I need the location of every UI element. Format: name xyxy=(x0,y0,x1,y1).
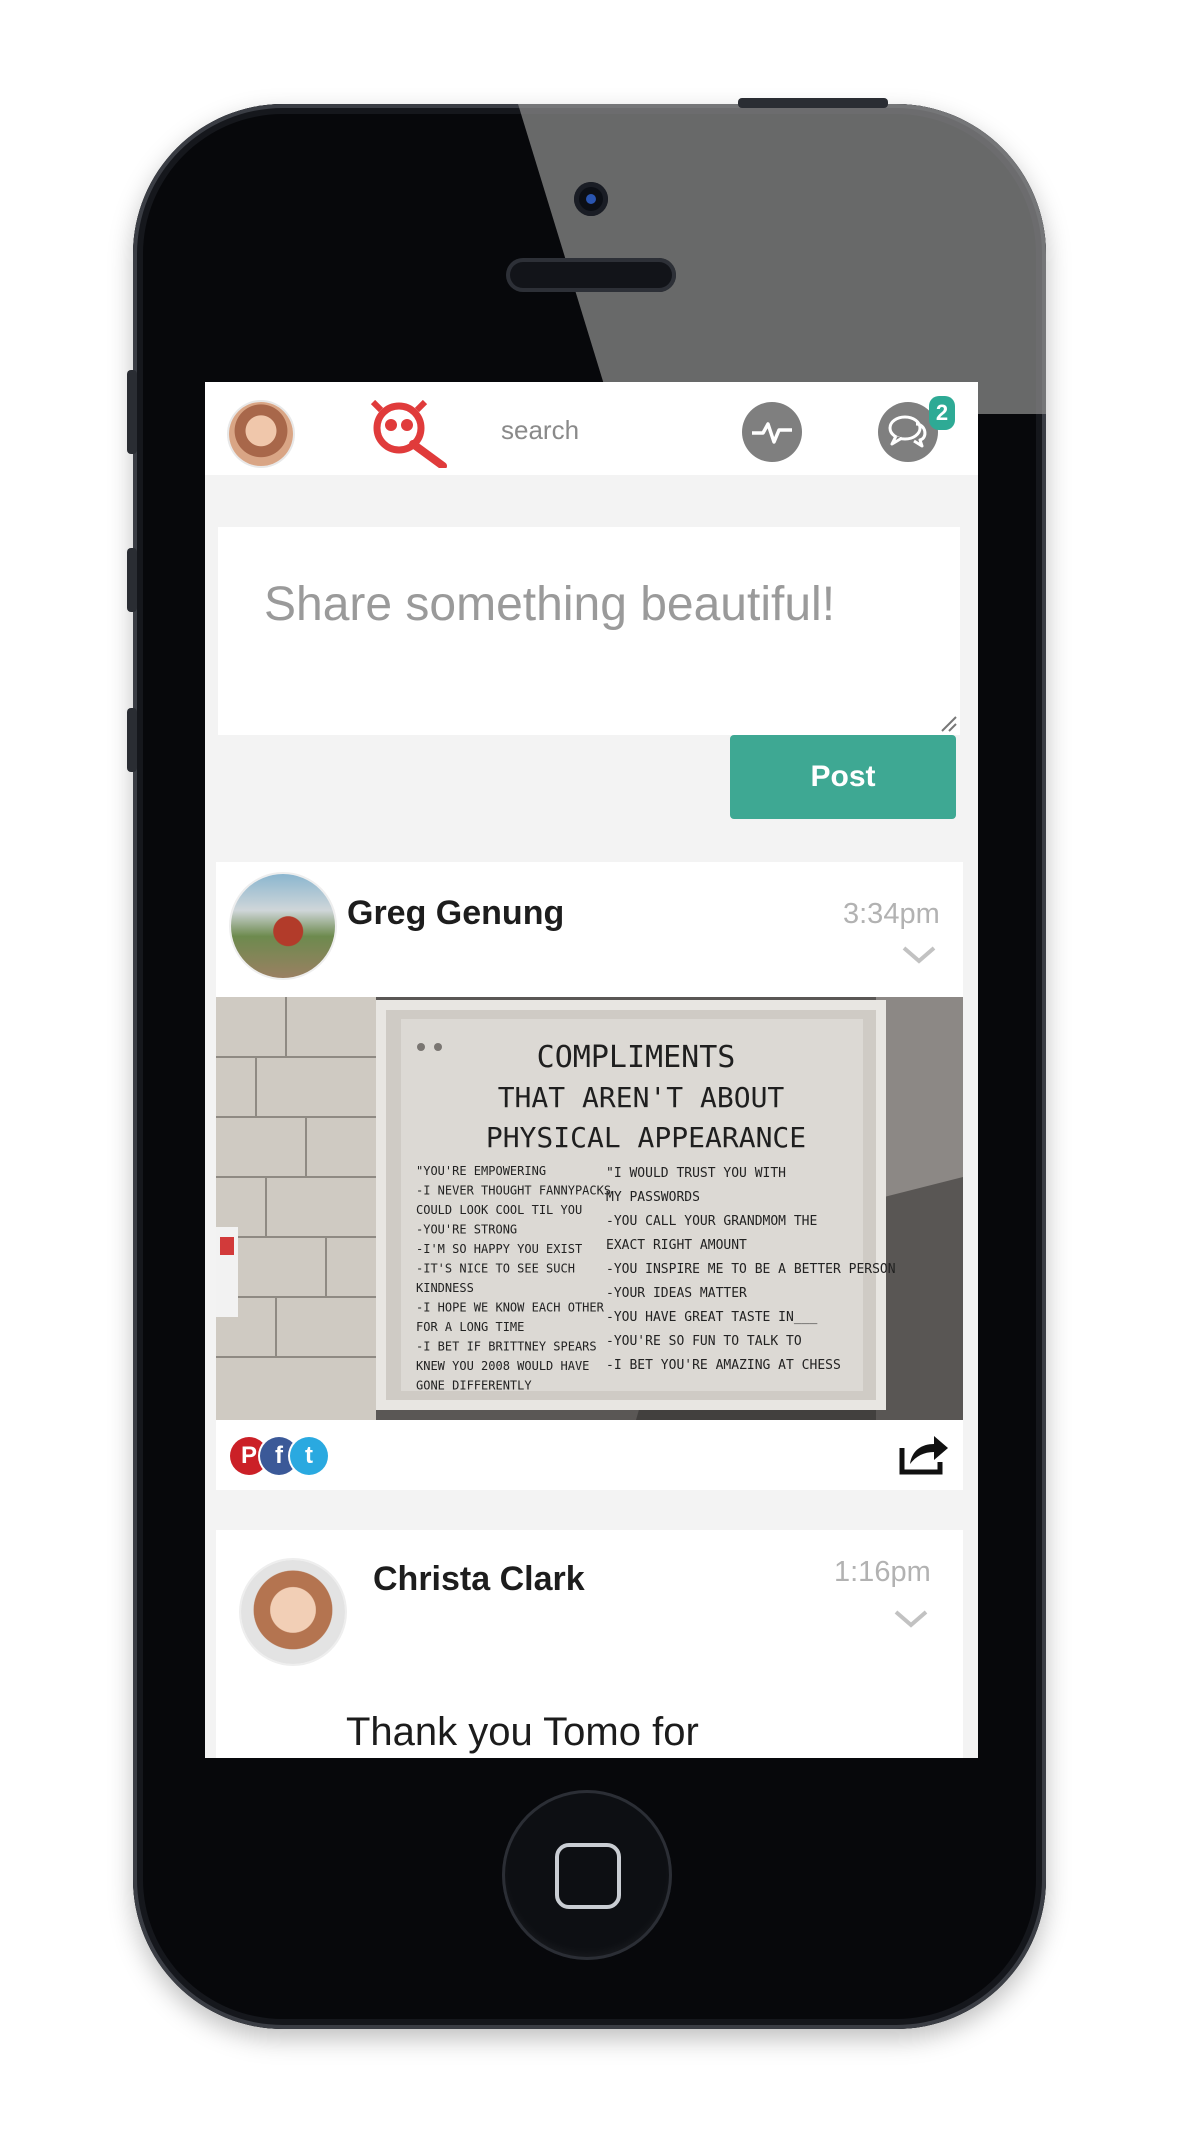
sign-list-line: EXACT RIGHT AMOUNT xyxy=(606,1238,747,1253)
owl-logo-icon[interactable] xyxy=(369,400,449,468)
post-time: 1:16pm xyxy=(834,1556,931,1588)
home-square-icon xyxy=(555,1843,621,1909)
volume-down-button xyxy=(127,708,137,772)
share-export-icon[interactable] xyxy=(896,1430,952,1478)
resize-handle-icon[interactable] xyxy=(936,711,958,733)
home-button[interactable] xyxy=(502,1790,672,1960)
mute-switch xyxy=(127,370,137,454)
earpiece-speaker xyxy=(506,258,676,292)
post-card: Greg Genung 3:34pm COMPLIMENTS THAT AREN… xyxy=(216,862,963,1490)
author-name[interactable]: Greg Genung xyxy=(347,894,564,933)
post-image[interactable]: COMPLIMENTS THAT AREN'T ABOUT PHYSICAL A… xyxy=(216,997,963,1420)
author-avatar[interactable] xyxy=(241,1560,345,1664)
sign-list-line: MY PASSWORDS xyxy=(606,1190,700,1205)
sign-title-line: THAT AREN'T ABOUT xyxy=(498,1081,785,1114)
sign-list-line: KNEW YOU 2008 WOULD HAVE xyxy=(416,1359,589,1373)
app-screen: search 2 Post Greg Genung 3:34pm xyxy=(205,382,978,1758)
twitter-icon[interactable]: t xyxy=(290,1437,328,1475)
activity-button[interactable] xyxy=(742,402,802,462)
sign-list-line: -YOU'RE STRONG xyxy=(416,1223,517,1237)
front-camera xyxy=(574,182,608,216)
chevron-down-icon[interactable] xyxy=(900,944,938,966)
author-name[interactable]: Christa Clark xyxy=(373,1560,585,1599)
chevron-down-icon[interactable] xyxy=(892,1608,930,1630)
composer xyxy=(218,527,960,735)
post-button[interactable]: Post xyxy=(730,735,956,819)
sign-list-line: -YOU HAVE GREAT TASTE IN___ xyxy=(606,1310,817,1325)
author-avatar[interactable] xyxy=(231,874,335,978)
sign-list-line: -IT'S NICE TO SEE SUCH xyxy=(416,1262,575,1276)
sign-list-line: -YOU CALL YOUR GRANDMOM THE xyxy=(606,1214,817,1229)
sign-list-line: "I WOULD TRUST YOU WITH xyxy=(606,1166,786,1181)
sign-list-line: -I BET IF BRITTNEY SPEARS xyxy=(416,1340,597,1354)
power-button xyxy=(738,98,888,108)
volume-up-button xyxy=(127,548,137,612)
sign-list-line: -I BET YOU'RE AMAZING AT CHESS xyxy=(606,1358,841,1373)
sign-list-line: -YOU'RE SO FUN TO TALK TO xyxy=(606,1334,802,1349)
search-field[interactable]: search xyxy=(501,415,579,446)
sign-list-line: -I NEVER THOUGHT FANNYPACKS xyxy=(416,1184,611,1198)
pulse-icon xyxy=(752,422,792,444)
sign-list-line: FOR A LONG TIME xyxy=(416,1320,524,1334)
sign-list-line: COULD LOOK COOL TIL YOU xyxy=(416,1203,582,1217)
sign-list-line: -I HOPE WE KNOW EACH OTHER xyxy=(416,1301,605,1315)
messages-count-badge: 2 xyxy=(929,396,955,430)
sign-title-line: PHYSICAL APPEARANCE xyxy=(486,1121,806,1154)
sign-list-line: -I'M SO HAPPY YOU EXIST xyxy=(416,1242,582,1256)
share-textarea[interactable] xyxy=(218,527,960,735)
post-time: 3:34pm xyxy=(843,898,940,930)
user-avatar[interactable] xyxy=(229,402,293,466)
post-card: Christa Clark 1:16pm Thank you Tomo for xyxy=(216,1530,963,1758)
sign-list-line: KINDNESS xyxy=(416,1281,474,1295)
sign-title-line: COMPLIMENTS xyxy=(537,1040,736,1075)
top-bar: search 2 xyxy=(205,382,978,475)
post-text: Thank you Tomo for xyxy=(346,1710,699,1754)
sign-list-line: "YOU'RE EMPOWERING xyxy=(416,1164,546,1178)
sign-list-line: -YOUR IDEAS MATTER xyxy=(606,1286,747,1301)
sign-list-line: -YOU INSPIRE ME TO BE A BETTER PERSON xyxy=(606,1262,896,1277)
sign-list-line: GONE DIFFERENTLY xyxy=(416,1379,532,1393)
